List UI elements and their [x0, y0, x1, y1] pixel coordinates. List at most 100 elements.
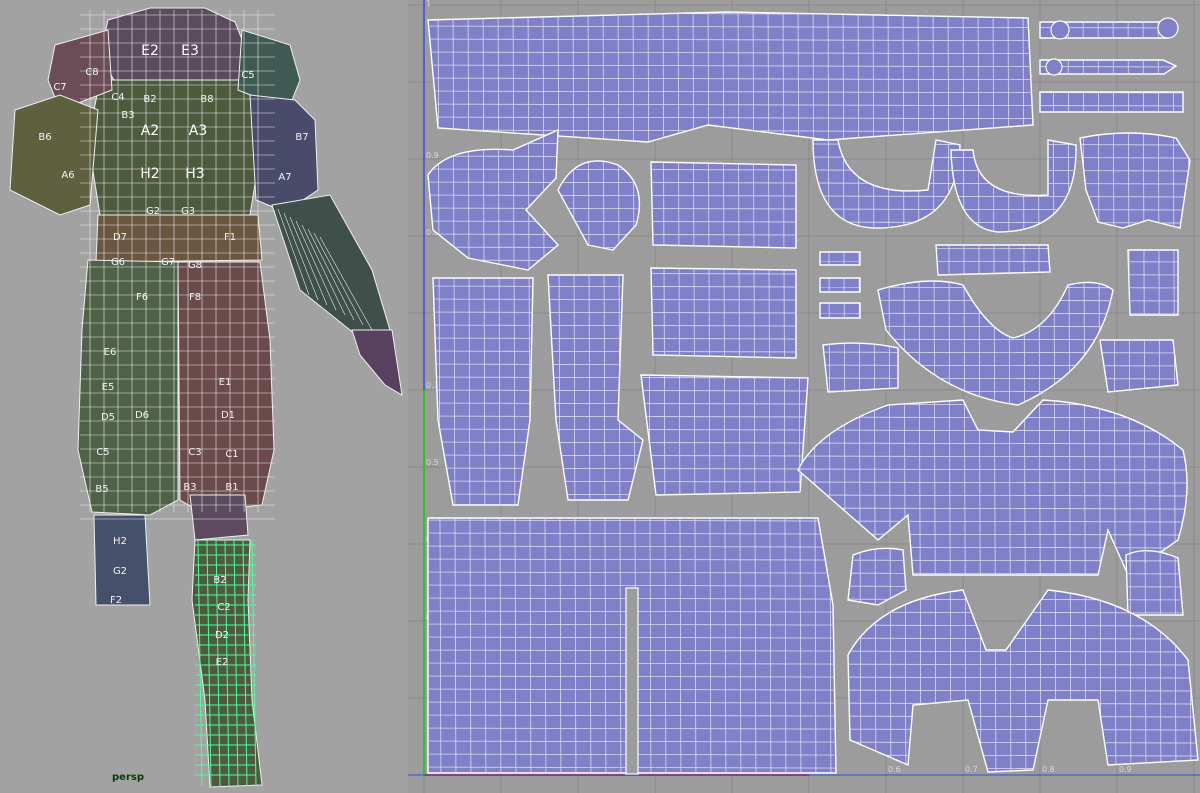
patch-label: C8	[85, 67, 98, 78]
uv-texture-editor[interactable]: 0.10.20.30.40.50.60.70.80.910.90.80.70.5…	[408, 0, 1200, 793]
uv-edge	[408, 0, 411, 793]
uv-edge	[408, 0, 1200, 2]
patch-label: B7	[295, 132, 308, 143]
model-part-knee-right[interactable]	[189, 494, 249, 541]
uv-edge	[408, 273, 1200, 275]
patch-label: G8	[188, 260, 202, 271]
patch-label: B3	[183, 482, 196, 493]
shell-buckle-2[interactable]	[819, 277, 861, 293]
uv-edge	[408, 273, 1200, 275]
patch-label: B2	[143, 94, 156, 105]
uv-edge	[408, 780, 1200, 782]
patch-label: B5	[95, 484, 108, 495]
uv-edge	[1128, 272, 1178, 276]
shell-buckle-1[interactable]	[819, 251, 861, 266]
shell-strip[interactable]	[1039, 91, 1184, 113]
uv-edge	[408, 0, 411, 793]
shell-hood-front[interactable]	[427, 128, 560, 271]
patch-label: G7	[161, 257, 175, 268]
uv-edge	[408, 273, 1200, 275]
uv-edge	[408, 780, 1200, 782]
shell-strap[interactable]	[935, 244, 1051, 276]
shell-hood-side-r[interactable]	[1125, 550, 1184, 616]
patch-label: D7	[113, 232, 127, 243]
u-tick-label: 0.6	[888, 765, 901, 774]
uv-edge	[408, 0, 411, 793]
patch-label: F8	[189, 292, 201, 303]
uv-edge	[408, 780, 1200, 782]
patch-label: C4	[111, 92, 124, 103]
model-part-shin-left[interactable]	[93, 514, 151, 606]
uv-edge	[408, 780, 1200, 782]
wrench-head-3	[1045, 58, 1063, 76]
patch-label: A7	[278, 172, 291, 183]
uv-edge	[408, 780, 1200, 782]
uv-edge	[408, 273, 1200, 275]
shell-belt[interactable]	[427, 11, 1034, 143]
v-tick-label: 0.9	[426, 151, 439, 160]
uv-edge	[408, 0, 411, 793]
patch-label: E1	[219, 377, 232, 388]
patch-label: D5	[101, 412, 115, 423]
model-part-arm-right[interactable]	[249, 94, 319, 213]
patch-label: E3	[181, 43, 199, 59]
shell-buckle-3[interactable]	[819, 302, 861, 319]
uv-edge	[408, 0, 411, 793]
perspective-viewport[interactable]: E2 E3 C8 C5 C7 C4 B2 B8 A2 A3 B6 B7 B3 A6 H2 H3 A7 G2 G3 D7…	[0, 0, 408, 793]
patch-label: B8	[200, 94, 213, 105]
wrench-head-1	[1050, 20, 1070, 40]
uv-edge	[408, 273, 1200, 275]
uv-edge	[408, 0, 411, 793]
uv-edge	[408, 0, 1200, 2]
uv-edge	[408, 0, 411, 793]
uv-edge	[408, 0, 411, 793]
character-model[interactable]: E2 E3 C8 C5 C7 C4 B2 B8 A2 A3 B6 B7 B3 A6 H2 H3 A7 G2 G3 D7…	[0, 0, 408, 793]
camera-label: persp	[112, 772, 144, 783]
patch-label: A6	[61, 170, 74, 181]
uv-layout[interactable]: 0.10.20.30.40.50.60.70.80.910.90.80.70.5…	[408, 0, 1200, 793]
patch-label: E5	[102, 382, 115, 393]
u-tick-label: 0.9	[1119, 765, 1132, 774]
uv-edge	[408, 0, 1200, 2]
shell-mask[interactable]	[557, 160, 641, 251]
uv-edge	[408, 273, 1200, 275]
uv-edge	[408, 0, 411, 793]
uv-edge	[408, 273, 1200, 275]
uv-edge	[408, 0, 1200, 2]
uv-edge	[408, 780, 1200, 782]
model-part-forearm-right[interactable]	[271, 194, 391, 349]
uv-edge	[408, 273, 1200, 275]
shell-glove-right[interactable]	[547, 274, 644, 501]
shell-hood-side-l[interactable]	[847, 547, 907, 606]
uv-edge	[408, 780, 1200, 782]
patch-label: C3	[188, 447, 201, 458]
v-tick-label: 0.5	[426, 458, 439, 467]
uv-edge	[408, 780, 1200, 782]
uv-edge	[408, 273, 1200, 275]
uv-edge	[408, 273, 1200, 275]
uv-edge	[408, 780, 1200, 782]
uv-edge	[408, 780, 1200, 782]
patch-label: C2	[217, 602, 230, 613]
uv-edge	[408, 0, 411, 793]
uv-edge	[408, 780, 1200, 782]
uv-edge	[408, 0, 1200, 2]
shell-cylinder[interactable]	[1127, 249, 1179, 316]
patch-label: G6	[111, 257, 125, 268]
uv-edge	[408, 780, 1200, 782]
uv-edge	[408, 0, 1200, 2]
patch-label: E6	[104, 347, 117, 358]
uv-edge	[408, 0, 411, 793]
shell-pouch-left[interactable]	[822, 342, 899, 393]
uv-edge	[408, 273, 1200, 275]
shell-scarf[interactable]	[877, 280, 1114, 406]
shell-jacket-back[interactable]	[797, 399, 1188, 577]
patch-label: D6	[135, 410, 149, 421]
uv-edge	[408, 780, 1200, 782]
uv-edge	[936, 272, 1050, 275]
shell-collar-2[interactable]	[950, 139, 1077, 233]
uv-edge	[408, 0, 411, 793]
patch-label: E2	[141, 43, 159, 59]
model-part-hand-right[interactable]	[351, 329, 403, 396]
uv-edge	[408, 780, 1200, 782]
